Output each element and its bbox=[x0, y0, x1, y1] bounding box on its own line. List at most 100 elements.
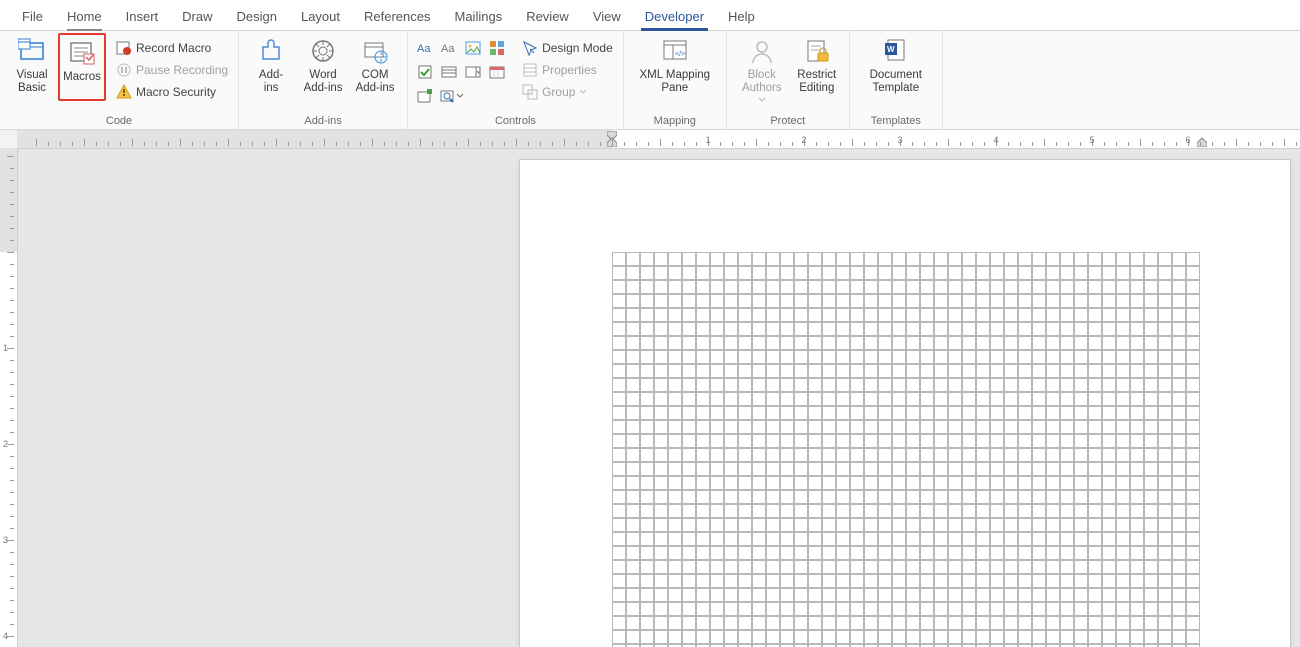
svg-text:</>: </> bbox=[675, 51, 685, 58]
group-templates: W Document Template Templates bbox=[850, 31, 943, 129]
pause-recording-icon bbox=[116, 62, 132, 78]
properties-button: Properties bbox=[518, 59, 617, 81]
block-authors-icon bbox=[748, 37, 776, 65]
group-addins: Add- ins Word Add-ins COM Add-ins bbox=[239, 31, 408, 129]
group-controls: Aa Aa Design Mode bbox=[408, 31, 624, 129]
group-mapping: </> XML Mapping Pane Mapping bbox=[624, 31, 727, 129]
ruler-corner bbox=[0, 130, 18, 149]
dropdown-arrow-icon bbox=[578, 84, 588, 100]
restrict-editing-button[interactable]: Restrict Editing bbox=[791, 33, 843, 97]
ruler-horizontal[interactable]: {"origin":595,"unit":96} 123456 bbox=[17, 130, 1300, 149]
dropdown-arrow-icon bbox=[758, 97, 766, 103]
pause-recording-button: Pause Recording bbox=[112, 59, 232, 81]
group-button: Group bbox=[518, 81, 617, 103]
tab-references[interactable]: References bbox=[352, 5, 442, 30]
addins-icon bbox=[257, 37, 285, 65]
design-mode-label: Design Mode bbox=[542, 41, 613, 55]
tab-developer[interactable]: Developer bbox=[633, 5, 716, 30]
ruler-number: 5 bbox=[1089, 135, 1094, 145]
ribbon-empty bbox=[943, 31, 1300, 129]
visual-basic-button[interactable]: Visual Basic bbox=[6, 33, 58, 97]
com-addins-label: COM Add-ins bbox=[356, 69, 395, 95]
ruler-number: 3 bbox=[3, 535, 8, 545]
group-control-label: Group bbox=[542, 85, 575, 99]
checkbox-control-icon[interactable] bbox=[414, 61, 436, 83]
group-protect: Block Authors Restrict Editing Protect bbox=[727, 31, 850, 129]
macro-security-label: Macro Security bbox=[136, 85, 216, 99]
group-mapping-label: Mapping bbox=[630, 115, 720, 129]
tab-mailings[interactable]: Mailings bbox=[443, 5, 515, 30]
macro-security-icon bbox=[116, 84, 132, 100]
ruler-vertical[interactable]: 1234 bbox=[0, 148, 18, 647]
date-picker-control-icon[interactable] bbox=[486, 61, 508, 83]
macros-button[interactable]: Macros bbox=[58, 33, 106, 101]
svg-text:Aa: Aa bbox=[441, 43, 455, 55]
svg-text:Aa: Aa bbox=[417, 43, 431, 55]
svg-text:W: W bbox=[887, 45, 895, 54]
controls-gallery: Aa Aa bbox=[414, 33, 508, 107]
design-mode-button[interactable]: Design Mode bbox=[518, 37, 617, 59]
ruler-number: 6 bbox=[1185, 135, 1190, 145]
ruler-number: 3 bbox=[897, 135, 902, 145]
plain-text-control-icon[interactable]: Aa bbox=[438, 37, 460, 59]
building-block-control-icon[interactable] bbox=[486, 37, 508, 59]
tab-draw[interactable]: Draw bbox=[170, 5, 224, 30]
word-addins-icon bbox=[309, 37, 337, 65]
design-mode-icon bbox=[522, 40, 538, 56]
record-macro-label: Record Macro bbox=[136, 41, 211, 55]
combobox-control-icon[interactable] bbox=[438, 61, 460, 83]
ribbon-tabs: File Home Insert Draw Design Layout Refe… bbox=[0, 0, 1300, 31]
macro-security-button[interactable]: Macro Security bbox=[112, 81, 232, 103]
group-addins-label: Add-ins bbox=[245, 115, 401, 129]
xml-mapping-icon: </> bbox=[661, 37, 689, 65]
group-controls-label: Controls bbox=[414, 115, 617, 129]
ruler-number: 4 bbox=[3, 631, 8, 641]
word-addins-button[interactable]: Word Add-ins bbox=[297, 33, 349, 97]
block-authors-label: Block Authors bbox=[742, 69, 782, 95]
dropdown-arrow-icon bbox=[456, 88, 464, 104]
tab-layout[interactable]: Layout bbox=[289, 5, 352, 30]
document-template-button[interactable]: W Document Template bbox=[862, 33, 930, 97]
picture-control-icon[interactable] bbox=[462, 37, 484, 59]
tab-insert[interactable]: Insert bbox=[114, 5, 171, 30]
xml-mapping-label: XML Mapping Pane bbox=[640, 69, 711, 95]
restrict-editing-icon bbox=[803, 37, 831, 65]
addins-label: Add- ins bbox=[259, 69, 283, 95]
record-macro-button[interactable]: Record Macro bbox=[112, 37, 232, 59]
document-template-icon: W bbox=[882, 37, 910, 65]
dropdown-control-icon[interactable] bbox=[462, 61, 484, 83]
ruler-number: 2 bbox=[801, 135, 806, 145]
block-authors-button: Block Authors bbox=[733, 33, 791, 107]
document-page[interactable] bbox=[520, 160, 1290, 647]
macros-label: Macros bbox=[63, 71, 101, 84]
tab-view[interactable]: View bbox=[581, 5, 633, 30]
tab-file[interactable]: File bbox=[10, 5, 55, 30]
properties-icon bbox=[522, 62, 538, 78]
rich-text-control-icon[interactable]: Aa bbox=[414, 37, 436, 59]
addins-button[interactable]: Add- ins bbox=[245, 33, 297, 97]
group-icon bbox=[522, 84, 538, 100]
ruler-number: 4 bbox=[993, 135, 998, 145]
xml-mapping-button[interactable]: </> XML Mapping Pane bbox=[633, 33, 717, 97]
repeating-section-control-icon[interactable] bbox=[414, 85, 436, 107]
restrict-editing-label: Restrict Editing bbox=[797, 69, 836, 95]
properties-label: Properties bbox=[542, 63, 597, 77]
tab-design[interactable]: Design bbox=[225, 5, 289, 30]
pause-recording-label: Pause Recording bbox=[136, 63, 228, 77]
com-addins-button[interactable]: COM Add-ins bbox=[349, 33, 401, 97]
macros-icon bbox=[68, 39, 96, 67]
group-protect-label: Protect bbox=[733, 115, 843, 129]
table-grid[interactable] bbox=[612, 252, 1290, 647]
group-code: Visual Basic Macros bbox=[0, 31, 239, 129]
ruler-number: 1 bbox=[3, 343, 8, 353]
ruler-number: 1 bbox=[705, 135, 710, 145]
right-indent-marker-icon[interactable] bbox=[1197, 131, 1207, 147]
document-template-label: Document Template bbox=[870, 69, 922, 95]
tab-review[interactable]: Review bbox=[514, 5, 581, 30]
tab-help[interactable]: Help bbox=[716, 5, 767, 30]
visual-basic-icon bbox=[18, 37, 46, 65]
tab-home[interactable]: Home bbox=[55, 5, 114, 30]
group-templates-label: Templates bbox=[856, 115, 936, 129]
com-addins-icon bbox=[361, 37, 389, 65]
legacy-tools-button[interactable] bbox=[438, 85, 484, 107]
